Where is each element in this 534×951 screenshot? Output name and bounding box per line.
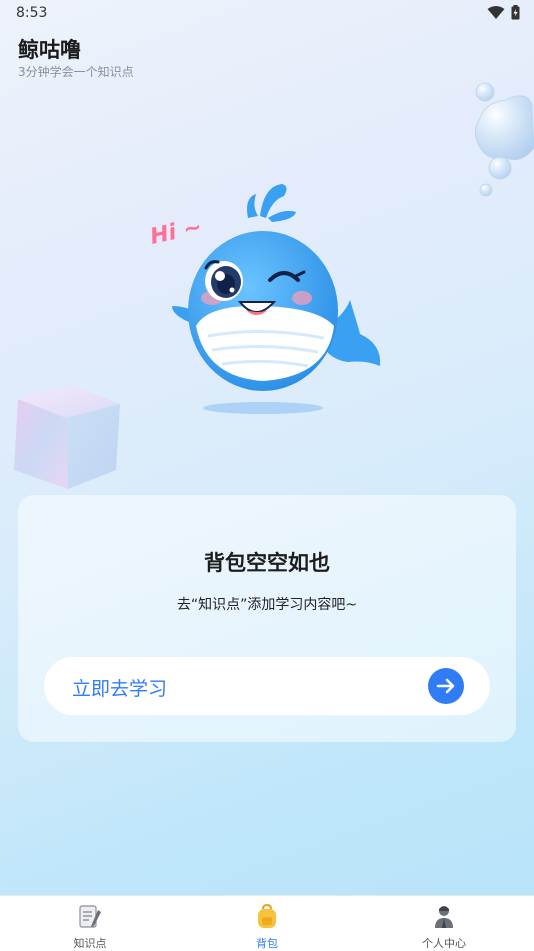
start-learning-button[interactable]: 立即去学习 [44, 657, 490, 715]
bottom-tab-bar: 知识点 背包 个人中心 [0, 895, 534, 951]
glass-cube-decoration [14, 385, 120, 489]
status-time: 8:53 [16, 5, 48, 21]
status-bar: 8:53 [0, 0, 534, 26]
tab-label: 个人中心 [422, 937, 466, 950]
tab-label: 知识点 [73, 937, 107, 950]
empty-backpack-card: 背包空空如也 去“知识点”添加学习内容吧~ 立即去学习 [18, 495, 516, 742]
app-header: 鲸咕噜 3分钟学会一个知识点 [18, 36, 134, 80]
backpack-icon [258, 904, 276, 928]
person-icon [435, 906, 453, 928]
empty-state-title: 背包空空如也 [204, 551, 330, 575]
arrow-right-icon [428, 668, 464, 704]
greeting-text: Hi ~ [148, 215, 204, 250]
empty-state-description: 去“知识点”添加学习内容吧~ [176, 597, 358, 613]
whale-mascot-illustration: Hi ~ [148, 184, 381, 414]
wifi-icon [487, 5, 505, 19]
status-icons [487, 5, 520, 20]
tab-knowledge-points[interactable]: 知识点 [30, 896, 150, 951]
tab-backpack[interactable]: 背包 [207, 896, 327, 951]
battery-icon [511, 5, 520, 20]
notebook-icon [79, 905, 101, 928]
app-subtitle: 3分钟学会一个知识点 [18, 65, 134, 79]
start-learning-label: 立即去学习 [72, 678, 168, 700]
tab-profile[interactable]: 个人中心 [384, 896, 504, 951]
app-title: 鲸咕噜 [18, 38, 81, 62]
bubble-decoration [475, 82, 534, 197]
tab-label: 背包 [256, 937, 278, 950]
